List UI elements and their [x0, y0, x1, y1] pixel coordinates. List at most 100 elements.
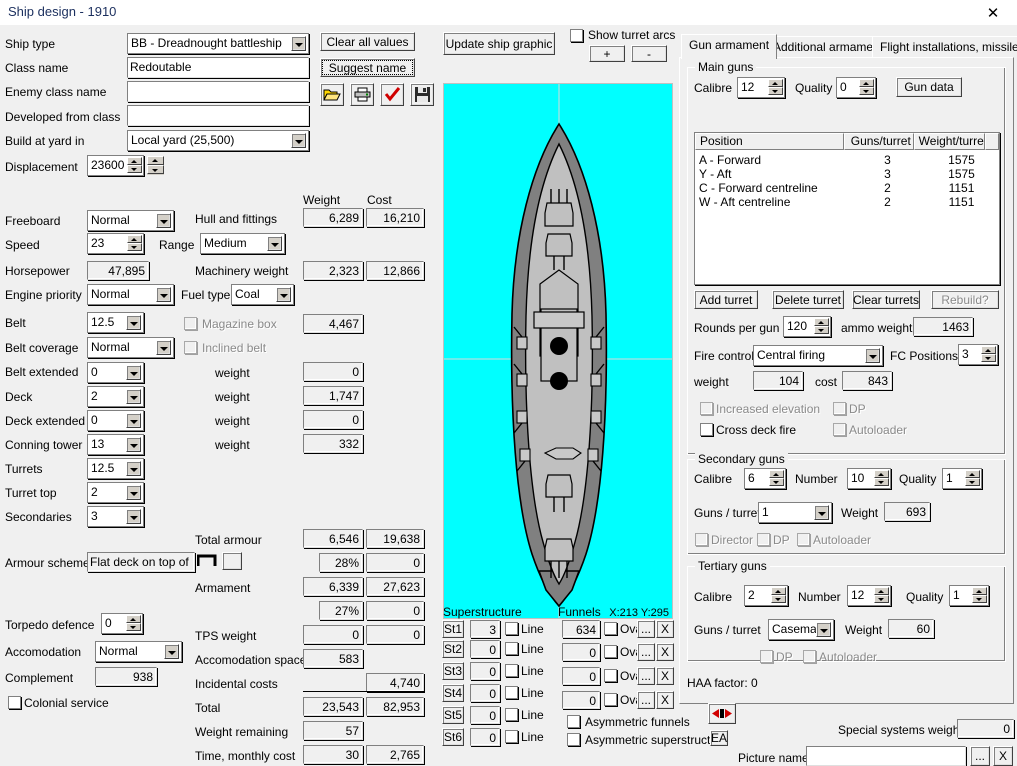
- main-quality-stepper[interactable]: [859, 79, 874, 96]
- chevron-down-icon[interactable]: [156, 287, 171, 302]
- ship-graphic-canvas[interactable]: X:213 Y:295: [443, 83, 673, 619]
- superstructure-line-checkbox-5[interactable]: [505, 708, 518, 721]
- funnel-oval-checkbox-4[interactable]: [604, 693, 617, 706]
- add-turret-button[interactable]: Add turret: [694, 290, 758, 309]
- secondary-calibre-input[interactable]: 6: [744, 468, 786, 489]
- superstructure-line-checkbox-3[interactable]: [505, 664, 518, 677]
- torpedo-defence-stepper[interactable]: [126, 615, 141, 632]
- superstructure-line-checkbox-2[interactable]: [505, 642, 518, 655]
- main-calibre-stepper[interactable]: [768, 79, 783, 96]
- chevron-down-icon[interactable]: [126, 365, 141, 380]
- funnel-delete-button-1[interactable]: X: [656, 620, 674, 638]
- superstructure-button-5[interactable]: St5: [442, 706, 464, 724]
- picture-browse-button[interactable]: ...: [970, 746, 990, 766]
- zoom-in-button[interactable]: +: [589, 45, 625, 62]
- delete-turret-button[interactable]: Delete turret: [772, 290, 844, 309]
- secondary-guns-turret-combo[interactable]: 1: [758, 502, 832, 523]
- table-row[interactable]: W - Aft centreline 2 1151: [695, 195, 999, 209]
- rounds-per-gun-stepper[interactable]: [814, 318, 829, 335]
- secondary-number-stepper[interactable]: [874, 470, 889, 487]
- displacement-stepper[interactable]: [127, 157, 142, 174]
- chevron-down-icon[interactable]: [816, 622, 831, 637]
- secondary-quality-input[interactable]: 1: [942, 468, 982, 489]
- printer-icon[interactable]: [350, 83, 374, 106]
- speed-input[interactable]: 23: [87, 233, 144, 254]
- table-row[interactable]: A - Forward 3 1575: [695, 153, 999, 167]
- rounds-per-gun-input[interactable]: 120: [783, 316, 831, 337]
- gun-data-button[interactable]: Gun data: [896, 77, 962, 97]
- main-quality-input[interactable]: 0: [836, 77, 876, 98]
- superstructure-line-checkbox-6[interactable]: [505, 730, 518, 743]
- freeboard-combo[interactable]: Normal: [87, 210, 174, 231]
- deck-combo[interactable]: 2: [87, 386, 144, 407]
- superstructure-button-6[interactable]: St6: [442, 728, 464, 746]
- secondary-calibre-stepper[interactable]: [769, 470, 784, 487]
- belt-coverage-combo[interactable]: Normal: [87, 337, 174, 358]
- speed-stepper[interactable]: [127, 235, 142, 252]
- tertiary-guns-turret-combo[interactable]: Casemate:: [768, 619, 834, 640]
- secondary-number-input[interactable]: 10: [847, 468, 891, 489]
- funnel-browse-button-2[interactable]: ...: [637, 643, 655, 661]
- table-row[interactable]: Y - Aft 3 1575: [695, 167, 999, 181]
- fc-positions-input[interactable]: 3: [958, 344, 998, 365]
- chevron-down-icon[interactable]: [291, 133, 306, 148]
- deck-extended-combo[interactable]: 0: [87, 410, 144, 431]
- build-at-yard-combo[interactable]: Local yard (25,500): [127, 130, 309, 151]
- show-turret-arcs-checkbox[interactable]: [570, 29, 583, 42]
- chevron-down-icon[interactable]: [126, 509, 141, 524]
- funnel-delete-button-3[interactable]: X: [656, 667, 674, 685]
- tertiary-calibre-input[interactable]: 2: [744, 585, 788, 606]
- chevron-down-icon[interactable]: [267, 236, 282, 251]
- magazine-box-checkbox[interactable]: [184, 317, 197, 330]
- chevron-down-icon[interactable]: [126, 315, 141, 330]
- enemy-class-name-input[interactable]: [127, 81, 309, 102]
- fc-positions-stepper[interactable]: [981, 346, 996, 363]
- tab-gun-armament[interactable]: Gun armament: [681, 34, 778, 59]
- picture-clear-button[interactable]: X: [993, 746, 1013, 766]
- clear-all-values-button[interactable]: Clear all values: [320, 32, 415, 51]
- displacement-extra-stepper[interactable]: [147, 156, 164, 175]
- armour-scheme-toggle-button[interactable]: [222, 552, 242, 570]
- chevron-down-icon[interactable]: [126, 413, 141, 428]
- engine-priority-combo[interactable]: Normal: [87, 284, 174, 305]
- secondaries-combo[interactable]: 3: [87, 506, 144, 527]
- superstructure-button-4[interactable]: St4: [442, 684, 464, 702]
- chevron-down-icon[interactable]: [276, 287, 291, 302]
- tertiary-number-stepper[interactable]: [874, 587, 889, 604]
- secondary-quality-stepper[interactable]: [965, 470, 980, 487]
- chevron-down-icon[interactable]: [164, 644, 179, 659]
- chevron-down-icon[interactable]: [865, 348, 880, 363]
- superstructure-button-2[interactable]: St2: [442, 640, 464, 658]
- column-guns-per-turret[interactable]: Guns/turret: [843, 133, 914, 150]
- table-row[interactable]: C - Forward centreline 2 1151: [695, 181, 999, 195]
- update-ship-graphic-button[interactable]: Update ship graphic: [443, 32, 555, 55]
- picture-name-input[interactable]: [806, 746, 966, 766]
- cross-deck-fire-checkbox[interactable]: [700, 423, 713, 436]
- colonial-service-checkbox[interactable]: [8, 696, 21, 709]
- displacement-input[interactable]: 23600: [87, 155, 144, 176]
- tab-flight-installations[interactable]: Flight installations, missiles: [872, 36, 1017, 58]
- torpedo-defence-input[interactable]: 0: [101, 613, 143, 634]
- funnel-browse-button-1[interactable]: ...: [637, 620, 655, 638]
- chevron-down-icon[interactable]: [126, 485, 141, 500]
- inclined-belt-checkbox[interactable]: [184, 341, 197, 354]
- turrets-combo[interactable]: 12.5: [87, 458, 144, 479]
- superstructure-line-checkbox-1[interactable]: [505, 622, 518, 635]
- ship-type-combo[interactable]: BB - Dreadnought battleship: [127, 33, 309, 54]
- close-icon[interactable]: ✕: [973, 2, 1013, 23]
- funnel-browse-button-4[interactable]: ...: [637, 691, 655, 709]
- chevron-down-icon[interactable]: [156, 213, 171, 228]
- column-spare[interactable]: [985, 133, 999, 150]
- floppy-disk-icon[interactable]: [410, 83, 434, 106]
- column-position[interactable]: Position: [695, 133, 844, 150]
- fuel-type-combo[interactable]: Coal: [231, 284, 294, 305]
- checkmark-icon[interactable]: [380, 83, 404, 106]
- funnel-delete-button-4[interactable]: X: [656, 691, 674, 709]
- range-combo[interactable]: Medium: [200, 233, 285, 254]
- superstructure-button-3[interactable]: St3: [442, 662, 464, 680]
- conning-tower-combo[interactable]: 13: [87, 434, 144, 455]
- chevron-down-icon[interactable]: [814, 505, 829, 520]
- column-weight-per-turret[interactable]: Weight/turret: [913, 133, 986, 150]
- superstructure-button-1[interactable]: St1: [442, 620, 464, 638]
- chevron-down-icon[interactable]: [126, 461, 141, 476]
